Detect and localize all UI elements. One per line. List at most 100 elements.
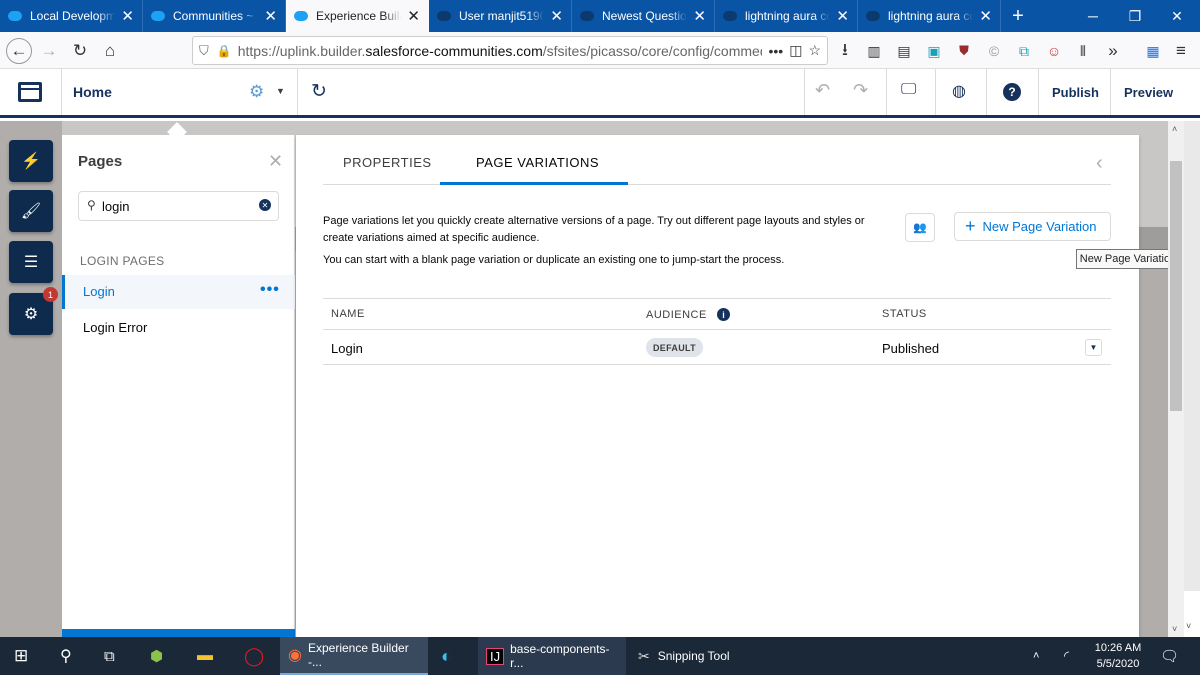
taskbar-app-firefox[interactable]: ◉ Experience Builder -... [280,637,428,675]
publish-button[interactable]: Publish [1052,85,1099,100]
close-tab-icon[interactable]: ✕ [121,7,134,25]
stack-exchange-icon [580,11,594,21]
windows-start-icon[interactable]: ⊞ [14,637,28,675]
refresh-icon[interactable]: ↻ [311,80,327,103]
ublock-icon[interactable]: ⛊ [951,38,977,64]
page-structure-list-icon[interactable]: ☰ [9,241,53,283]
table-row: Login DEFAULT Published ▼ [323,330,1111,364]
back-icon[interactable]: ← [6,38,32,64]
tracking-protection-icon[interactable]: ⛉ [199,43,209,59]
close-tab-icon[interactable]: ✕ [407,7,420,25]
taskbar-app-intellij[interactable]: IJ base-components-r... [478,637,626,675]
android-studio-icon[interactable]: ⬢ [150,637,163,675]
info-icon[interactable]: i [717,308,730,321]
audience-groups-icon[interactable]: 👥 [905,213,935,242]
preview-button[interactable]: Preview [1124,85,1173,100]
close-tab-icon[interactable]: ✕ [693,7,706,25]
firefox-icon: ◉ [288,647,302,664]
url-text[interactable]: https://uplink.builder.salesforce-commun… [238,43,763,59]
browser-tab[interactable]: lightning aura component ✕ [858,0,1001,32]
clear-search-icon[interactable]: ✕ [259,199,271,211]
overflow-chevrons-icon[interactable]: » [1100,38,1126,64]
tab-page-variations[interactable]: PAGE VARIATIONS [476,155,599,170]
browser-tab[interactable]: Newest Questions ✕ [572,0,715,32]
builder-app-icon[interactable] [18,82,42,102]
description-text-2: You can start with a blank page variatio… [323,254,785,266]
panel-footer-bar [62,629,295,637]
window-close-icon[interactable]: ✕ [1154,0,1200,32]
close-panel-icon[interactable]: ✕ [268,151,283,172]
scroll-down-icon[interactable]: ˅ [1172,624,1177,634]
column-header-name: NAME [331,308,365,320]
language-globe-icon[interactable]: ◍ [952,81,966,101]
close-tab-icon[interactable]: ✕ [264,7,277,25]
close-tab-icon[interactable]: ✕ [979,7,992,25]
stack-exchange-icon [723,11,737,21]
browser-tab[interactable]: Communities ~ Salesforce ✕ [143,0,286,32]
redo-icon[interactable]: ↷ [853,80,868,101]
extension-grid-icon[interactable]: ⦀ [1070,38,1096,64]
reader-icon[interactable]: ▤ [891,38,917,64]
vertical-scrollbar[interactable]: ˄ ˅ [1168,121,1184,637]
opera-icon[interactable]: ◯ [244,637,264,675]
close-tab-icon[interactable]: ✕ [550,7,563,25]
pocket-icon[interactable]: ◫ [789,42,802,59]
close-tab-icon[interactable]: ✕ [836,7,849,25]
undo-icon[interactable]: ↶ [815,80,830,101]
page-menu-chevron-down-icon[interactable]: ▼ [276,86,285,96]
edge-icon[interactable]: ◐ [441,637,452,675]
browser-tab[interactable]: lightning aura component ✕ [715,0,858,32]
new-page-variation-button[interactable]: + New Page Variation [954,212,1111,241]
wifi-icon[interactable]: ◜ [1064,637,1069,675]
more-actions-icon[interactable]: ••• [260,281,280,299]
reload-icon[interactable]: ↻ [67,38,93,64]
lock-icon[interactable]: 🔒 [217,44,232,58]
stack-exchange-icon [866,11,880,21]
search-icon[interactable]: ⚲ [60,637,72,675]
help-icon[interactable]: ? [1003,83,1021,101]
page-list-item-login[interactable]: Login ••• [62,275,295,309]
url-bar[interactable]: ⛉ 🔒 https://uplink.builder.salesforce-co… [192,36,828,65]
hamburger-menu-icon[interactable]: ≡ [1168,38,1194,64]
library-icon[interactable]: ▥ [861,38,887,64]
minimize-icon[interactable]: ─ [1070,0,1116,32]
extensions-icon[interactable]: ▦ [1140,38,1166,64]
taskbar-app-snipping-tool[interactable]: ✂ Snipping Tool [630,637,778,675]
theme-brush-icon[interactable]: 🖌 [9,190,53,232]
outer-scroll-down-icon[interactable]: ˅ [1186,621,1191,631]
page-list-item-login-error[interactable]: Login Error [62,311,295,343]
tab-properties[interactable]: PROPERTIES [343,155,432,170]
browser-tab[interactable]: User manjit5190 ✕ [429,0,572,32]
scrollbar-thumb[interactable] [1170,161,1182,411]
file-explorer-icon[interactable]: ▬ [197,637,213,675]
page-search-input[interactable]: ⚲ login ✕ [78,191,279,221]
collapse-chevron-left-icon[interactable]: ‹ [1096,152,1103,175]
device-desktop-icon[interactable]: 🖵 [901,81,916,99]
browser-tab-active[interactable]: Experience Builder ✕ [286,0,429,32]
show-hidden-icons-chevron-up-icon[interactable]: ˄ [1033,637,1039,675]
row-actions-chevron-down-icon[interactable]: ▼ [1085,339,1102,356]
system-clock[interactable]: 10:26 AM 5/5/2020 [1090,637,1146,675]
extension-emoji-icon[interactable]: ☺ [1041,38,1067,64]
bookmark-star-icon[interactable]: ☆ [808,42,821,59]
browser-tab[interactable]: Local Development ✕ [0,0,143,32]
download-icon[interactable]: ⭳ [832,38,858,64]
page-actions-icon[interactable]: ••• [768,43,783,59]
save-extension-icon[interactable]: ▣ [921,38,947,64]
column-header-status: STATUS [882,308,927,320]
task-view-icon[interactable]: ⧉ [104,637,115,675]
new-tab-icon[interactable]: + [1001,0,1035,32]
forward-icon[interactable]: → [36,38,62,64]
components-lightning-icon[interactable]: ⚡ [9,140,53,182]
stack-exchange-icon [437,11,451,21]
outer-scrollbar-track[interactable] [1184,121,1200,591]
scroll-up-icon[interactable]: ˄ [1172,124,1177,134]
page-selector-label[interactable]: Home [73,84,112,100]
notifications-icon[interactable]: 🗨 [1160,637,1179,675]
home-icon[interactable]: ⌂ [97,38,123,64]
extension-c-icon[interactable]: © [981,38,1007,64]
maximize-icon[interactable]: ❐ [1112,0,1158,32]
settings-notification-badge: 1 [43,287,58,302]
extension-sync-icon[interactable]: ⧉ [1011,38,1037,64]
page-settings-gear-icon[interactable]: ⚙ [249,82,264,102]
